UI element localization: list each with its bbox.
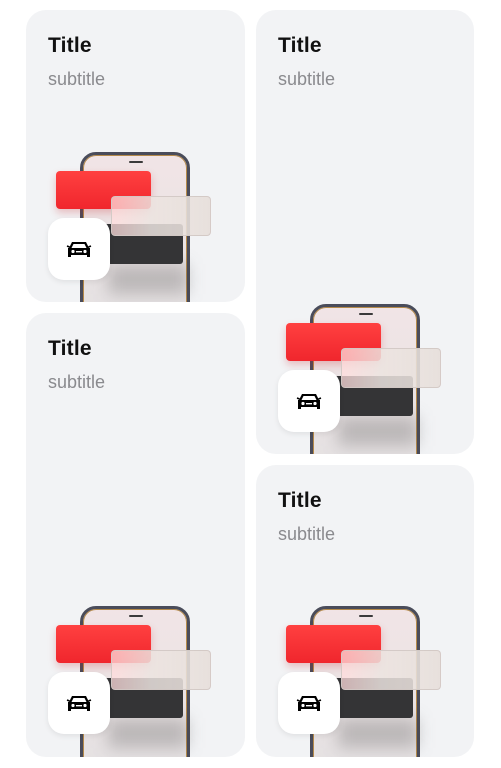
car-icon [66,242,92,257]
card-subtitle: subtitle [48,372,106,392]
card-title: Title [278,489,322,512]
card-title: Title [278,34,322,57]
car-icon [66,696,92,711]
car-icon-tile [48,218,110,280]
card-illustration [48,152,218,302]
card-1[interactable]: Title subtitle [26,10,245,302]
card-illustration [278,304,448,454]
car-icon-tile [48,672,110,734]
glass-panel [111,650,211,690]
card-title: Title [48,337,92,360]
card-2[interactable]: Title subtitle [256,10,474,454]
card-illustration [278,606,448,757]
card-illustration [48,606,218,757]
car-icon-tile [278,370,340,432]
car-icon [296,696,322,711]
card-3[interactable]: Title subtitle [26,313,245,757]
card-subtitle: subtitle [278,69,336,89]
car-icon [296,394,322,409]
card-subtitle: subtitle [48,69,106,89]
card-4[interactable]: Title subtitle [256,465,474,757]
glass-panel [341,650,441,690]
car-icon-tile [278,672,340,734]
glass-panel [341,348,441,388]
card-title: Title [48,34,92,57]
card-subtitle: subtitle [278,524,336,544]
glass-panel [111,196,211,236]
card-grid: Title subtitle Title subtitle Title subt… [0,0,501,768]
